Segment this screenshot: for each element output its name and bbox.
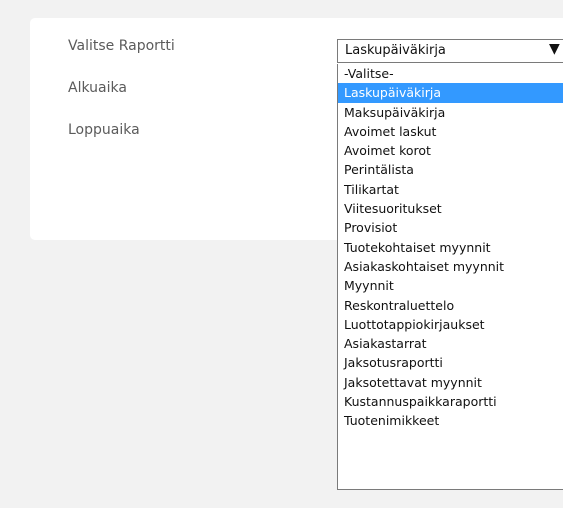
report-option[interactable]: Luottotappiokirjaukset	[338, 315, 563, 334]
report-options-list: -Valitse- Laskupäiväkirja Maksupäiväkirja A…	[337, 64, 563, 490]
start-time-label: Alkuaika	[68, 80, 127, 96]
report-select[interactable]: Laskupäiväkirja ▼	[337, 39, 563, 63]
report-option[interactable]: Provisiot	[338, 218, 563, 237]
report-select-value: Laskupäiväkirja	[345, 43, 446, 58]
report-label: Valitse Raportti	[68, 38, 175, 54]
report-option[interactable]: Kustannuspaikkaraportti	[338, 392, 563, 411]
report-option[interactable]: Avoimet korot	[338, 141, 563, 160]
report-option[interactable]: Perintälista	[338, 160, 563, 179]
report-option[interactable]: Avoimet laskut	[338, 122, 563, 141]
end-time-label: Loppuaika	[68, 122, 140, 138]
report-option[interactable]: Maksupäiväkirja	[338, 103, 563, 122]
report-option[interactable]: Jaksotettavat myynnit	[338, 373, 563, 392]
report-option[interactable]: Reskontraluettelo	[338, 296, 563, 315]
caret-down-icon: ▼	[549, 41, 560, 57]
report-option[interactable]: Asiakastarrat	[338, 334, 563, 353]
report-option[interactable]: Myynnit	[338, 276, 563, 295]
report-option[interactable]: Jaksotusraportti	[338, 353, 563, 372]
report-option[interactable]: -Valitse-	[338, 64, 563, 83]
report-option[interactable]: Tilikartat	[338, 180, 563, 199]
report-option[interactable]: Viitesuoritukset	[338, 199, 563, 218]
report-option[interactable]: Tuotekohtaiset myynnit	[338, 238, 563, 257]
report-option[interactable]: Asiakaskohtaiset myynnit	[338, 257, 563, 276]
report-option[interactable]: Laskupäiväkirja	[338, 83, 563, 103]
report-option[interactable]: Tuotenimikkeet	[338, 411, 563, 430]
